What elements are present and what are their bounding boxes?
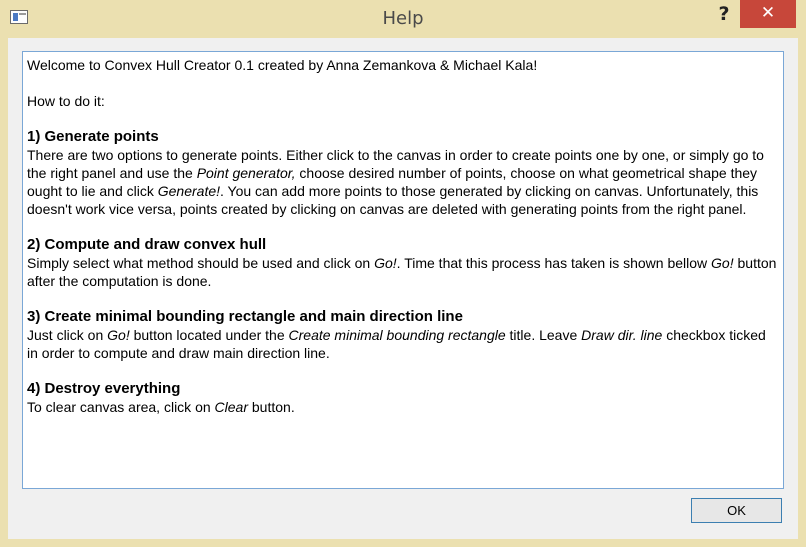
dialog-body: Welcome to Convex Hull Creator 0.1 creat… xyxy=(8,38,798,539)
section2-text: Simply select what method should be used… xyxy=(27,255,777,289)
help-dialog: Help ? ✕ Welcome to Convex Hull Creator … xyxy=(0,0,806,547)
section1-heading: 1) Generate points xyxy=(27,128,159,145)
ok-button[interactable]: OK xyxy=(691,498,782,523)
section3-heading: 3) Create minimal bounding rectangle and… xyxy=(27,308,463,325)
title-bar[interactable]: Help ? ✕ xyxy=(0,0,806,38)
help-button[interactable]: ? xyxy=(708,0,740,28)
section1-text: There are two options to generate points… xyxy=(27,147,764,217)
section3-text: Just click on Go! button located under t… xyxy=(27,327,766,361)
close-icon: ✕ xyxy=(760,3,776,23)
how-to-text: How to do it: xyxy=(27,93,105,109)
help-text-box[interactable]: Welcome to Convex Hull Creator 0.1 creat… xyxy=(22,51,784,489)
intro-text: Welcome to Convex Hull Creator 0.1 creat… xyxy=(27,57,538,73)
window-title: Help xyxy=(382,8,424,29)
section4-text: To clear canvas area, click on Clear but… xyxy=(27,399,295,415)
section2-heading: 2) Compute and draw convex hull xyxy=(27,236,267,253)
close-button[interactable]: ✕ xyxy=(740,0,796,28)
section4-heading: 4) Destroy everything xyxy=(27,380,181,397)
